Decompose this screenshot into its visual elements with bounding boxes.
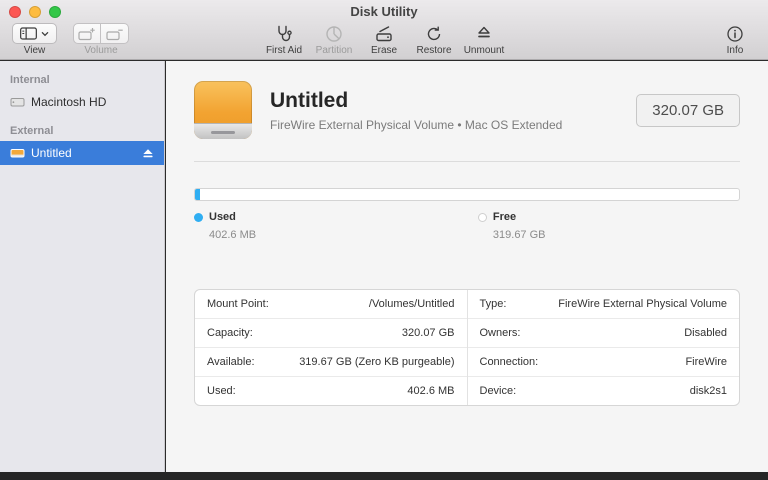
first-aid-icon: [274, 23, 294, 44]
info-button[interactable]: Info: [714, 23, 756, 56]
detail-row-device: Device: disk2s1: [479, 385, 728, 397]
partition-label: Partition: [315, 45, 353, 56]
sidebar-header-external: External: [10, 125, 54, 137]
volume-subtitle: FireWire External Physical Volume • Mac …: [270, 117, 563, 132]
detail-row-used: Used: 402.6 MB: [207, 385, 455, 397]
legend-free: Free 319.67 GB: [477, 211, 546, 241]
external-disk-icon: [10, 147, 25, 159]
view-icon: [20, 27, 37, 40]
used-label: Used: [209, 211, 236, 223]
usage-bar-used: [195, 189, 200, 200]
view-button-label: View: [23, 45, 46, 56]
chevron-down-icon: [41, 31, 49, 37]
volume-control: Volume: [73, 23, 129, 56]
unmount-icon: [474, 23, 494, 44]
eject-button[interactable]: [142, 148, 154, 159]
minimize-button[interactable]: [29, 6, 41, 18]
main-pane: Untitled FireWire External Physical Volu…: [166, 61, 768, 472]
volume-control-label: Volume: [84, 45, 118, 56]
sidebar-item-label: Macintosh HD: [31, 95, 107, 109]
details-left-column: Mount Point: /Volumes/Untitled Capacity:…: [195, 290, 467, 405]
usage-legend: Used 402.6 MB Free 319.67 GB: [194, 211, 740, 255]
add-volume-button: [73, 23, 101, 44]
sidebar-item-macintosh-hd[interactable]: Macintosh HD: [0, 90, 164, 114]
sidebar-item-label: Untitled: [31, 146, 72, 160]
details-table: Mount Point: /Volumes/Untitled Capacity:…: [194, 289, 740, 406]
detail-row-owners: Owners: Disabled: [467, 319, 739, 348]
restore-label: Restore: [416, 45, 452, 56]
toolbar: View Volume First Aid Partition Erase Re…: [0, 22, 768, 60]
zoom-button[interactable]: [49, 6, 61, 18]
erase-icon: [374, 23, 394, 44]
volume-header: Untitled FireWire External Physical Volu…: [194, 81, 740, 139]
used-value: 402.6 MB: [209, 229, 257, 241]
view-button[interactable]: View: [12, 23, 57, 56]
remove-volume-button: [101, 23, 129, 44]
detail-row-type: Type: FireWire External Physical Volume: [467, 290, 739, 319]
sidebar-section-external: External Untitled: [0, 122, 164, 165]
close-button[interactable]: [9, 6, 21, 18]
internal-disk-icon: [10, 96, 25, 108]
sidebar-header-internal: Internal: [10, 74, 50, 86]
partition-button: Partition: [313, 23, 355, 56]
desktop-background: [0, 472, 768, 480]
unmount-label: Unmount: [463, 45, 505, 56]
header-divider: [194, 161, 740, 162]
detail-row-mount-point: Mount Point: /Volumes/Untitled: [195, 290, 467, 319]
detail-row-capacity: Capacity: 320.07 GB: [195, 319, 467, 348]
info-icon: [726, 23, 744, 44]
restore-button[interactable]: Restore: [413, 23, 455, 56]
used-legend-dot: [194, 212, 203, 222]
erase-button[interactable]: Erase: [363, 23, 405, 56]
disk-utility-window: Disk Utility View Volume First Aid Parti…: [0, 0, 768, 480]
sidebar: Internal Macintosh HD External Untitled: [0, 61, 165, 472]
capacity-badge: 320.07 GB: [636, 93, 740, 127]
legend-used: Used 402.6 MB: [194, 211, 256, 241]
restore-icon: [424, 23, 444, 44]
external-drive-icon: [194, 81, 252, 139]
first-aid-button[interactable]: First Aid: [263, 23, 305, 56]
window-chrome: Disk Utility View Volume First Aid Parti…: [0, 0, 768, 60]
unmount-button[interactable]: Unmount: [463, 23, 505, 56]
traffic-lights: [9, 6, 61, 18]
sidebar-item-untitled[interactable]: Untitled: [0, 141, 164, 165]
info-label: Info: [726, 45, 744, 56]
titlebar[interactable]: Disk Utility: [0, 0, 768, 22]
volume-title: Untitled: [270, 88, 349, 112]
free-value: 319.67 GB: [492, 229, 546, 241]
sidebar-section-internal: Internal Macintosh HD: [0, 71, 164, 114]
usage-bar: [194, 188, 740, 201]
detail-row-connection: Connection: FireWire: [467, 348, 739, 377]
erase-label: Erase: [370, 45, 398, 56]
free-legend-dot: [477, 212, 487, 222]
window-title: Disk Utility: [350, 4, 418, 19]
partition-icon: [324, 23, 344, 44]
details-right-column: Type: FireWire External Physical Volume …: [466, 290, 739, 405]
detail-row-available: Available: 319.67 GB (Zero KB purgeable): [195, 348, 467, 377]
first-aid-label: First Aid: [265, 45, 303, 56]
free-label: Free: [492, 211, 517, 223]
